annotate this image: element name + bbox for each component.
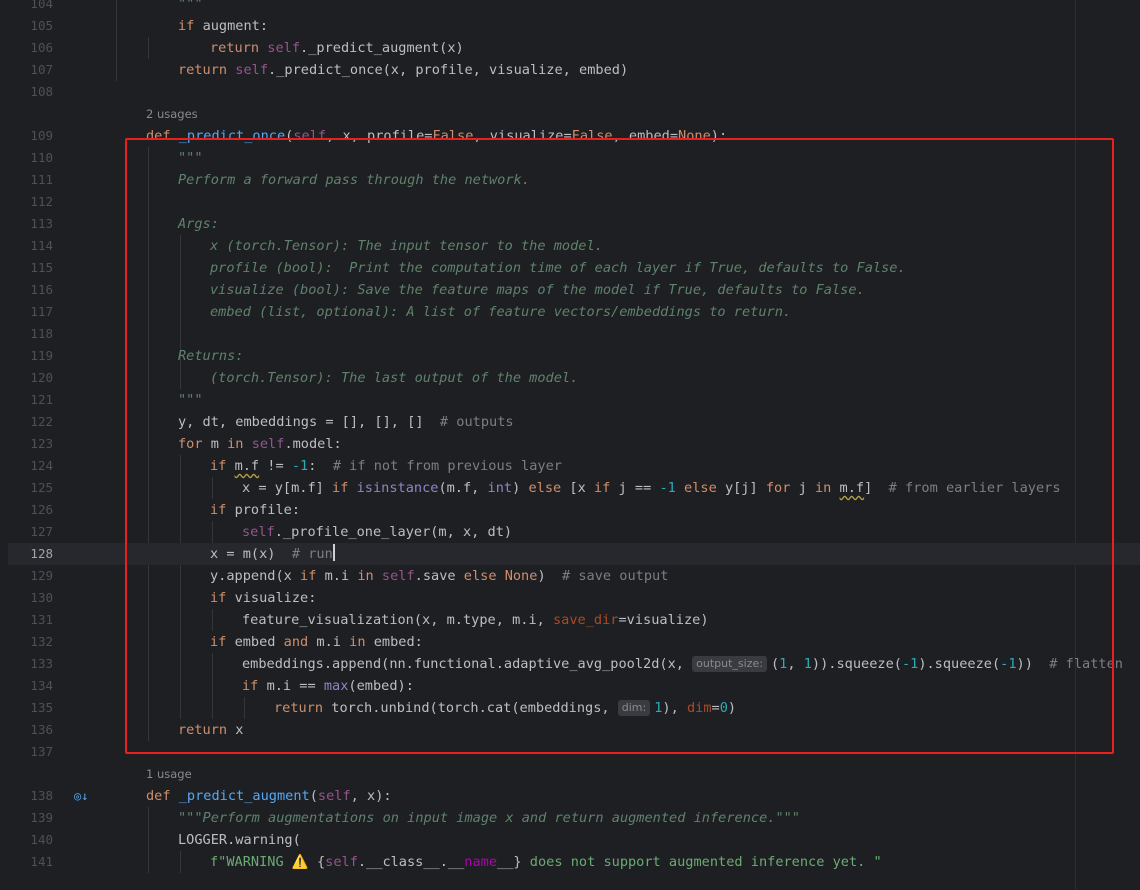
line-number[interactable]: 133 (8, 653, 53, 675)
indent-guide (148, 807, 149, 873)
line-number[interactable]: 107 (8, 59, 53, 81)
usages-hint[interactable]: 2 usages (146, 107, 198, 121)
line-number[interactable]: 118 (8, 323, 53, 345)
code-token: , x): (350, 788, 392, 804)
line-number[interactable]: 115 (8, 257, 53, 279)
line-number[interactable]: 106 (8, 37, 53, 59)
code-token: does not support augmented inference yet… (521, 854, 882, 870)
indent-guide (116, 0, 117, 81)
left-tool-strip (0, 0, 8, 890)
code-line[interactable]: LOGGER.warning( (178, 829, 301, 851)
line-number[interactable]: 132 (8, 631, 53, 653)
line-number[interactable]: 116 (8, 279, 53, 301)
annotation-highlight-box (125, 138, 1114, 754)
code-token: LOGGER.warning( (178, 832, 301, 848)
line-number[interactable]: 110 (8, 147, 53, 169)
line-number[interactable]: 137 (8, 741, 53, 763)
code-token: """ (178, 0, 203, 12)
line-number[interactable]: 105 (8, 15, 53, 37)
line-number[interactable]: 114 (8, 235, 53, 257)
code-token: self (317, 788, 351, 804)
code-token: _predict_augment (178, 788, 310, 804)
line-number[interactable]: 130 (8, 587, 53, 609)
usages-hint[interactable]: 1 usage (146, 767, 192, 781)
line-number[interactable]: 141 (8, 851, 53, 873)
code-line[interactable]: return self._predict_once(x, profile, vi… (178, 59, 628, 81)
code-line[interactable]: return self._predict_augment(x) (210, 37, 464, 59)
code-token: self (267, 40, 301, 56)
code-token: ( (309, 788, 318, 804)
line-number[interactable]: 140 (8, 829, 53, 851)
line-number[interactable]: 127 (8, 521, 53, 543)
code-token: if (178, 18, 203, 34)
line-number[interactable]: 124 (8, 455, 53, 477)
line-number[interactable]: 104 (8, 0, 53, 15)
code-token: def (146, 788, 179, 804)
line-number[interactable]: 117 (8, 301, 53, 323)
code-token: self (235, 62, 269, 78)
line-number[interactable]: 129 (8, 565, 53, 587)
code-token: return (210, 40, 268, 56)
code-line[interactable]: """Perform augmentations on input image … (178, 807, 800, 829)
code-token: return (178, 62, 236, 78)
code-token: augment: (202, 18, 269, 34)
line-number[interactable]: 138 (8, 785, 53, 807)
line-number[interactable]: 125 (8, 477, 53, 499)
line-number[interactable]: 121 (8, 389, 53, 411)
line-number[interactable]: 131 (8, 609, 53, 631)
line-number[interactable]: 128 (8, 543, 53, 565)
line-number[interactable]: 120 (8, 367, 53, 389)
line-number[interactable]: 126 (8, 499, 53, 521)
override-method-icon[interactable]: ◎↓ (74, 788, 90, 804)
code-token: { (316, 854, 326, 870)
line-number[interactable]: 134 (8, 675, 53, 697)
line-number[interactable]: 113 (8, 213, 53, 235)
indent-guide (180, 851, 181, 873)
code-line[interactable]: if augment: (178, 15, 268, 37)
line-number[interactable]: 123 (8, 433, 53, 455)
code-token: .__class__.__ (357, 854, 465, 870)
line-number[interactable]: 119 (8, 345, 53, 367)
code-line[interactable]: """ (178, 0, 203, 15)
line-number[interactable]: 139 (8, 807, 53, 829)
code-token: name (464, 854, 498, 870)
line-number[interactable]: 108 (8, 81, 53, 103)
line-number[interactable]: 109 (8, 125, 53, 147)
line-number[interactable]: 112 (8, 191, 53, 213)
code-token: self (325, 854, 358, 870)
code-token: ._predict_augment(x) (300, 40, 464, 56)
line-number[interactable]: 135 (8, 697, 53, 719)
code-token: """Perform augmentations on input image … (178, 810, 800, 826)
line-number[interactable]: 111 (8, 169, 53, 191)
line-number[interactable]: 122 (8, 411, 53, 433)
code-line[interactable]: def _predict_augment(self, x): (146, 785, 392, 807)
code-token: __} (497, 854, 522, 870)
line-number[interactable]: 136 (8, 719, 53, 741)
code-token: ._predict_once(x, profile, visualize, em… (268, 62, 629, 78)
code-token: f"WARNING ⚠️ (210, 854, 317, 870)
indent-guide (148, 37, 149, 59)
code-line[interactable]: f"WARNING ⚠️ {self.__class__.__name__} d… (210, 851, 882, 873)
